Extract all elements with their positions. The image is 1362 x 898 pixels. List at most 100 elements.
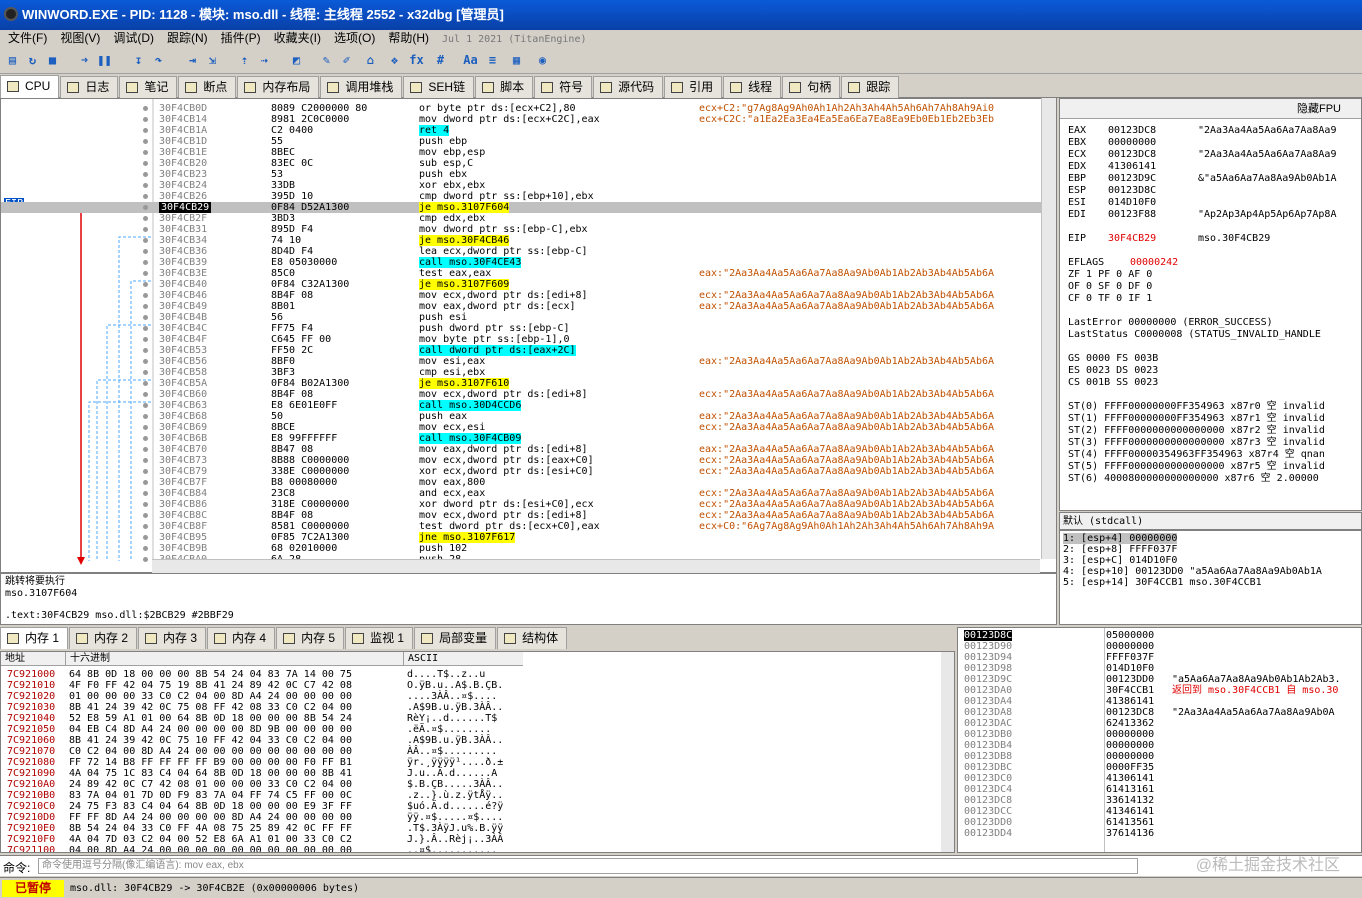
comment-icon[interactable]: ✐ bbox=[338, 52, 355, 68]
breakpoint-dot[interactable] bbox=[143, 161, 148, 166]
stack-row[interactable]: 00123DA8 00123DC8 "2Aa3Aa4Aa5Aa6Aa7Aa8Aa9A… bbox=[958, 707, 1361, 718]
dump-row[interactable]: 7C921070 C0 C2 04 00 8D A4 24 00 00 00 00… bbox=[1, 746, 931, 757]
disasm-row[interactable]: 30F4CB69 8BCE mov ecx,esi ecx:"2Aa3Aa4Aa5Aa… bbox=[1, 422, 1041, 433]
stack-view[interactable]: 00123D8C 05000000 00123D90 00000000 00123D94… bbox=[957, 627, 1362, 853]
stack-row[interactable]: 00123D90 00000000 bbox=[958, 641, 1361, 652]
disasm-row[interactable]: 30F4CB79 338E C0000000 xor ecx,dword ptr d… bbox=[1, 466, 1041, 477]
register-line[interactable]: ESP 00123D8C bbox=[1068, 185, 1198, 197]
stack-row[interactable]: 00123DC4 61413161 bbox=[958, 784, 1361, 795]
run-icon[interactable]: ➜ bbox=[76, 52, 93, 68]
flags-line[interactable]: OF 0 SF 0 DF 0 bbox=[1068, 281, 1152, 293]
fpu-line[interactable]: ST(1) FFFF00000000FF354963 x87r1 空 inval… bbox=[1068, 413, 1325, 425]
breakpoint-dot[interactable] bbox=[143, 425, 148, 430]
disasm-row[interactable]: 30F4CB56 8BF0 mov esi,eax eax:"2Aa3Aa4Aa5Aa… bbox=[1, 356, 1041, 367]
dump-row[interactable]: 7C9210B0 83 7A 04 01 7D 0D F9 83 7A 04 FF… bbox=[1, 790, 931, 801]
menu-item[interactable]: 调试(D) bbox=[105, 30, 159, 47]
stack-row[interactable]: 00123DC0 41306141 bbox=[958, 773, 1361, 784]
breakpoint-dot[interactable] bbox=[143, 436, 148, 441]
register-line[interactable]: ESI 014D10F0 bbox=[1068, 197, 1198, 209]
breakpoint-dot[interactable] bbox=[143, 150, 148, 155]
dump-row[interactable]: 7C9210A0 24 89 42 0C C7 42 08 01 00 00 00… bbox=[1, 779, 931, 790]
breakpoint-dot[interactable] bbox=[143, 227, 148, 232]
breakpoint-dot[interactable] bbox=[143, 557, 148, 562]
dump-tab-4[interactable]: 内存 5 bbox=[276, 627, 345, 649]
disasm-row[interactable]: 30F4CB95 0F85 7C2A1300 jne mso.3107F617 bbox=[1, 532, 1041, 543]
flags-line[interactable]: CF 0 TF 0 IF 1 bbox=[1068, 293, 1152, 305]
breakpoint-dot[interactable] bbox=[143, 392, 148, 397]
hash-icon[interactable]: # bbox=[432, 52, 449, 68]
tab-3[interactable]: 断点 bbox=[178, 76, 237, 98]
breakpoint-dot[interactable] bbox=[143, 381, 148, 386]
breakpoint-dot[interactable] bbox=[143, 260, 148, 265]
registers-panel[interactable]: 隐藏FPU EAX 00123DC8 "2Aa3Aa4Aa5Aa6Aa7Aa8Aa9… bbox=[1059, 98, 1362, 511]
disasm-row[interactable]: 30F4CB1A C2 0400 ret 4 bbox=[1, 125, 1041, 136]
argument-line[interactable]: 5: [esp+14] 30F4CCB1 mso.30F4CCB1 bbox=[1063, 577, 1262, 588]
fpu-line[interactable]: ST(4) FFFF00000354963FF354963 x87r4 空 qn… bbox=[1068, 449, 1325, 461]
tab-4[interactable]: 内存布局 bbox=[237, 76, 320, 98]
flags-line[interactable]: ZF 1 PF 0 AF 0 bbox=[1068, 269, 1152, 281]
dump-tab-7[interactable]: 结构体 bbox=[497, 627, 568, 649]
breakpoint-dot[interactable] bbox=[143, 414, 148, 419]
breakpoint-dot[interactable] bbox=[143, 513, 148, 518]
dump-vscroll[interactable] bbox=[941, 652, 954, 852]
stop-icon[interactable]: ■ bbox=[44, 52, 61, 68]
breakpoint-dot[interactable] bbox=[143, 249, 148, 254]
settings-icon[interactable]: ◉ bbox=[534, 52, 551, 68]
dump-tab-0[interactable]: 内存 1 bbox=[0, 627, 69, 649]
breakpoint-dot[interactable] bbox=[143, 139, 148, 144]
breakpoint-dot[interactable] bbox=[143, 293, 148, 298]
disasm-row[interactable]: 30F4CB58 3BF3 cmp esi,ebx bbox=[1, 367, 1041, 378]
disassembly-view[interactable]: EIP 30F4CB0D8089 C2000000 80or byte ptr … bbox=[0, 98, 1057, 573]
calling-convention[interactable]: 默认 (stdcall) bbox=[1059, 512, 1362, 530]
breakpoint-dot[interactable] bbox=[143, 117, 148, 122]
disasm-row[interactable]: 30F4CB0D 8089 C2000000 80 or byte ptr ds:[… bbox=[1, 103, 1041, 114]
run-to-return-icon[interactable]: ⇢ bbox=[256, 52, 273, 68]
dump-row[interactable]: 7C921000 64 8B 0D 18 00 00 00 8B 54 24 04… bbox=[1, 669, 931, 680]
fpu-line[interactable]: ST(0) FFFF00000000FF354963 x87r0 空 inval… bbox=[1068, 401, 1325, 413]
trace-into-icon[interactable]: ⇥ bbox=[184, 52, 201, 68]
disasm-row[interactable]: 30F4CB1D 55 push ebp bbox=[1, 136, 1041, 147]
hide-fpu-button[interactable]: 隐藏FPU bbox=[1060, 99, 1361, 119]
register-line[interactable]: EDX 41306141 bbox=[1068, 161, 1198, 173]
dump-row[interactable]: 7C921060 8B 41 24 39 42 0C 75 10 FF 42 04… bbox=[1, 735, 931, 746]
arguments-panel[interactable]: 1: [esp+4] 00000000 2: [esp+8] FFFF037F 3:… bbox=[1059, 530, 1362, 625]
dump-view[interactable]: 地址 十六进制 ASCII 7C921000 64 8B 0D 18 00 00 … bbox=[0, 651, 955, 853]
fpu-line[interactable]: ST(6) 4000800000000000000 x87r6 空 2.0000… bbox=[1068, 473, 1319, 485]
disasm-row[interactable]: 30F4CB4F C645 FF 00 mov byte ptr ss:[ebp-1… bbox=[1, 334, 1041, 345]
argument-line[interactable]: 1: [esp+4] 00000000 bbox=[1063, 533, 1178, 544]
disasm-row[interactable]: 30F4CB49 8B01 mov eax,dword ptr ds:[ecx] ea… bbox=[1, 301, 1041, 312]
dump-tab-3[interactable]: 内存 4 bbox=[207, 627, 276, 649]
disasm-row[interactable]: 30F4CB24 33DB xor ebx,ebx bbox=[1, 180, 1041, 191]
stack-row[interactable]: 00123DB8 00000000 bbox=[958, 751, 1361, 762]
disasm-row[interactable]: 30F4CB3E 85C0 test eax,eax eax:"2Aa3Aa4Aa5A… bbox=[1, 268, 1041, 279]
tab-10[interactable]: 引用 bbox=[664, 76, 723, 98]
dump-row[interactable]: 7C9210C0 24 75 F3 83 C4 04 64 8B 0D 18 00… bbox=[1, 801, 931, 812]
dump-tab-5[interactable]: 监视 1 bbox=[345, 627, 414, 649]
stack-row[interactable]: 00123D94 FFFF037F bbox=[958, 652, 1361, 663]
breakpoint-dot[interactable] bbox=[143, 491, 148, 496]
stack-row[interactable]: 00123DB0 00000000 bbox=[958, 729, 1361, 740]
disasm-row[interactable]: 30F4CB34 74 10 je mso.30F4CB46 bbox=[1, 235, 1041, 246]
tab-7[interactable]: 脚本 bbox=[475, 76, 534, 98]
register-line[interactable]: EDI 00123F88 "Ap2Ap3Ap4Ap5Ap6Ap7Ap8A bbox=[1068, 209, 1336, 221]
segment-line[interactable]: ES 0023 DS 0023 bbox=[1068, 365, 1158, 377]
argument-line[interactable]: 4: [esp+10] 00123DD0 "a5Aa6Aa7Aa8Aa9Ab0A… bbox=[1063, 566, 1322, 577]
breakpoint-dot[interactable] bbox=[143, 282, 148, 287]
menu-item[interactable]: 插件(P) bbox=[213, 30, 266, 47]
tab-8[interactable]: 符号 bbox=[534, 76, 593, 98]
open-icon[interactable]: ▤ bbox=[4, 52, 21, 68]
command-input[interactable]: 命令使用逗号分隔(像汇编语言): mov eax, ebx bbox=[38, 858, 1138, 874]
disasm-row[interactable]: 30F4CB6B E8 99FFFFFF call mso.30F4CB09 bbox=[1, 433, 1041, 444]
disasm-row[interactable]: 30F4CB36 8D4D F4 lea ecx,dword ptr ss:[ebp… bbox=[1, 246, 1041, 257]
breakpoint-dot[interactable] bbox=[143, 403, 148, 408]
breakpoint-dot[interactable] bbox=[143, 205, 148, 210]
stack-row[interactable]: 00123DD0 61413561 bbox=[958, 817, 1361, 828]
fpu-line[interactable]: ST(3) FFFF0000000000000000 x87r3 空 inval… bbox=[1068, 437, 1325, 449]
disasm-row[interactable]: 30F4CB8C 8B4F 08 mov ecx,dword ptr ds:[edi… bbox=[1, 510, 1041, 521]
breakpoint-dot[interactable] bbox=[143, 183, 148, 188]
menu-item[interactable]: 文件(F) bbox=[0, 30, 52, 47]
trace-over-icon[interactable]: ⇲ bbox=[204, 52, 221, 68]
argument-line[interactable]: 2: [esp+8] FFFF037F bbox=[1063, 544, 1177, 555]
tab-11[interactable]: 线程 bbox=[723, 76, 782, 98]
disasm-row[interactable]: 30F4CB8F 8581 C0000000 test dword ptr ds:[… bbox=[1, 521, 1041, 532]
